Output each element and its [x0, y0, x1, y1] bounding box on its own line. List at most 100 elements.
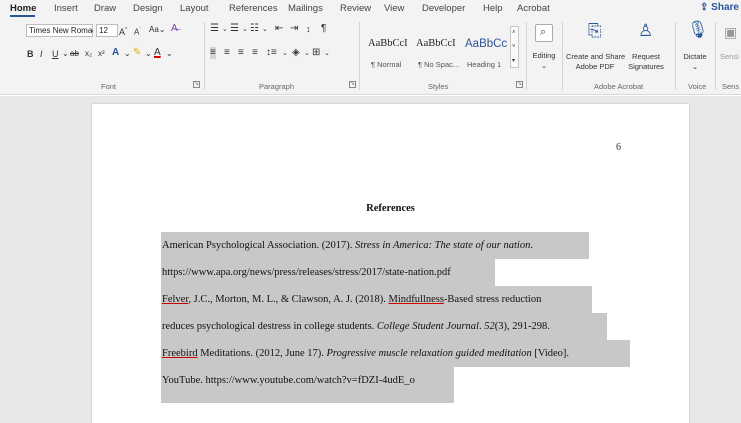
sensitivity-button[interactable]: ▣ Sensi	[718, 20, 741, 78]
reference-text: -Based stress reduction	[443, 294, 542, 305]
subscript-icon[interactable]: x₂	[85, 48, 92, 60]
tab-design[interactable]: Design	[133, 3, 163, 14]
italic-icon[interactable]: I	[40, 48, 43, 60]
editing-button[interactable]: ⌕ Editing ⌄	[530, 20, 558, 78]
style-heading-1[interactable]: AaBbCc Heading 1	[465, 38, 508, 75]
styles-gallery-scroll[interactable]: ˄ ˅ ▾	[510, 26, 519, 68]
italic-text: Stress in America: The state of our nati…	[355, 240, 531, 251]
dictate-button[interactable]: 🎙 Dictate ⌄	[680, 20, 710, 78]
chevron-down-icon[interactable]: ⌄	[124, 48, 131, 60]
reference-text: , J.C., Morton, M. L., & Clawson, A. J. …	[188, 294, 389, 305]
styles-group-label: Styles	[428, 82, 449, 91]
superscript-icon[interactable]: x²	[98, 48, 105, 60]
reference-text: Meditations. (2012, June 17).	[197, 348, 327, 359]
adobe-group-label: Adobe Acrobat	[594, 82, 644, 91]
style-normal[interactable]: AaBbCcI ¶ Normal	[367, 38, 411, 75]
reference-line[interactable]: American Psychological Association. (201…	[161, 232, 589, 259]
tab-references[interactable]: References	[229, 3, 278, 14]
request-signatures-button[interactable]: ♙ Request Signatures	[624, 20, 668, 78]
chevron-down-icon[interactable]: ⌄	[242, 24, 248, 36]
tab-help[interactable]: Help	[483, 3, 503, 14]
font-color-icon[interactable]: A	[154, 47, 161, 59]
chevron-down-icon[interactable]: ˅	[512, 41, 516, 53]
tab-insert[interactable]: Insert	[54, 3, 78, 14]
paragraph-group-label: Paragraph	[259, 82, 295, 91]
shrink-font-icon[interactable]: Aˇ	[134, 24, 141, 39]
align-left-icon[interactable]: ≡	[210, 47, 216, 59]
tab-mailings[interactable]: Mailings	[288, 3, 323, 14]
chevron-down-icon[interactable]: ⌄	[262, 24, 268, 36]
share-label: Share	[711, 2, 739, 13]
document-page[interactable]: 6 References American Psychological Asso…	[92, 104, 689, 423]
chevron-down-icon[interactable]: ⌄	[304, 48, 310, 60]
chevron-down-icon: ⌄	[691, 62, 699, 71]
document-canvas[interactable]: 6 References American Psychological Asso…	[0, 96, 741, 423]
reference-line[interactable]: https://www.apa.org/news/press/releases/…	[161, 259, 495, 286]
reference-line[interactable]: Freebird Meditations. (2012, June 17). P…	[161, 340, 630, 367]
align-center-icon[interactable]: ≡	[224, 47, 230, 59]
strikethrough-icon[interactable]: ab	[70, 48, 79, 60]
chevron-down-icon[interactable]: ⌄	[89, 25, 95, 37]
tab-home[interactable]: Home	[10, 3, 36, 14]
style-name: ¶ Normal	[371, 60, 402, 69]
chevron-down-icon[interactable]: ⌄	[166, 48, 173, 60]
share-icon: ⇪	[700, 2, 709, 13]
tab-draw[interactable]: Draw	[94, 3, 116, 14]
font-family-select[interactable]: Times New Roma	[26, 24, 93, 37]
reference-line[interactable]: YouTube. https://www.youtube.com/watch?v…	[161, 367, 454, 403]
bold-icon[interactable]: B	[27, 48, 34, 60]
tab-view[interactable]: View	[384, 3, 404, 14]
font-dialog-launcher[interactable]: ↘	[193, 81, 200, 88]
justify-icon[interactable]: ≡	[252, 47, 258, 59]
create-and-share-pdf-button[interactable]: ⎘ Create and Share Adobe PDF	[566, 20, 625, 78]
spelling-flagged-text: Mindfullness	[388, 294, 444, 305]
chevron-up-icon[interactable]: ˄	[512, 27, 516, 39]
group-divider	[715, 22, 716, 90]
paragraph-dialog-launcher[interactable]: ↘	[349, 81, 356, 88]
reference-line[interactable]: Felver, J.C., Morton, M. L., & Clawson, …	[161, 286, 592, 313]
grow-font-icon[interactable]: A^	[119, 24, 127, 38]
highlighter-icon[interactable]: ✎	[133, 47, 141, 59]
italic-text: Progressive muscle relaxation guided med…	[326, 348, 532, 359]
style-no-spacing[interactable]: AaBbCcI ¶ No Spac...	[416, 38, 464, 75]
chevron-down-icon[interactable]: ⌄	[324, 48, 330, 60]
pilcrow-icon[interactable]: ¶	[321, 23, 326, 35]
chevron-down-icon[interactable]: ⌄	[62, 48, 69, 60]
tab-review[interactable]: Review	[340, 3, 371, 14]
change-case-icon[interactable]: Aa⌄	[149, 24, 166, 36]
page-number: 6	[616, 142, 621, 153]
share-button[interactable]: ⇪ Share	[700, 2, 739, 13]
borders-icon[interactable]: ⊞	[312, 47, 320, 59]
reference-text: reduces psychological destress in colleg…	[162, 321, 377, 332]
bullets-icon[interactable]: ☰	[210, 23, 219, 35]
italic-text: College Student Journal	[376, 321, 479, 332]
style-name: ¶ No Spac...	[418, 60, 460, 69]
more-icon[interactable]: ▾	[512, 55, 515, 67]
tab-layout[interactable]: Layout	[180, 3, 209, 14]
chevron-down-icon[interactable]: ⌄	[145, 48, 152, 60]
reference-text: YouTube. https://www.youtube.com/watch?v…	[162, 375, 415, 386]
chevron-down-icon[interactable]: ⌄	[282, 48, 288, 60]
chevron-down-icon[interactable]: ⌄	[222, 24, 228, 36]
line-spacing-icon[interactable]: ↕≡	[266, 47, 277, 59]
reference-line[interactable]: reduces psychological destress in colleg…	[161, 313, 607, 340]
underline-icon[interactable]: U	[52, 48, 59, 60]
sensitivity-group-label: Sens	[722, 82, 740, 91]
tab-developer[interactable]: Developer	[422, 3, 465, 14]
font-size-select[interactable]: 12	[96, 24, 118, 37]
styles-dialog-launcher[interactable]: ↘	[516, 81, 523, 88]
font-group-label: Font	[101, 82, 117, 91]
references-heading: References	[366, 203, 415, 214]
text-effects-icon[interactable]: A	[112, 47, 119, 59]
numbering-icon[interactable]: ☰	[230, 23, 239, 35]
decrease-indent-icon[interactable]: ⇤	[275, 23, 283, 35]
sort-icon[interactable]: ↕	[306, 23, 311, 35]
increase-indent-icon[interactable]: ⇥	[290, 23, 298, 35]
clear-formatting-icon[interactable]: A̶	[171, 23, 178, 35]
reference-text: https://www.apa.org/news/press/releases/…	[162, 267, 451, 278]
shading-icon[interactable]: ◈	[292, 47, 300, 59]
ribbon: Times New Roma ⌄ 12 A^ Aˇ Aa⌄ A̶ B I U ⌄…	[0, 18, 741, 95]
tab-acrobat[interactable]: Acrobat	[517, 3, 550, 14]
multilevel-list-icon[interactable]: ☷	[250, 23, 259, 35]
align-right-icon[interactable]: ≡	[238, 47, 244, 59]
